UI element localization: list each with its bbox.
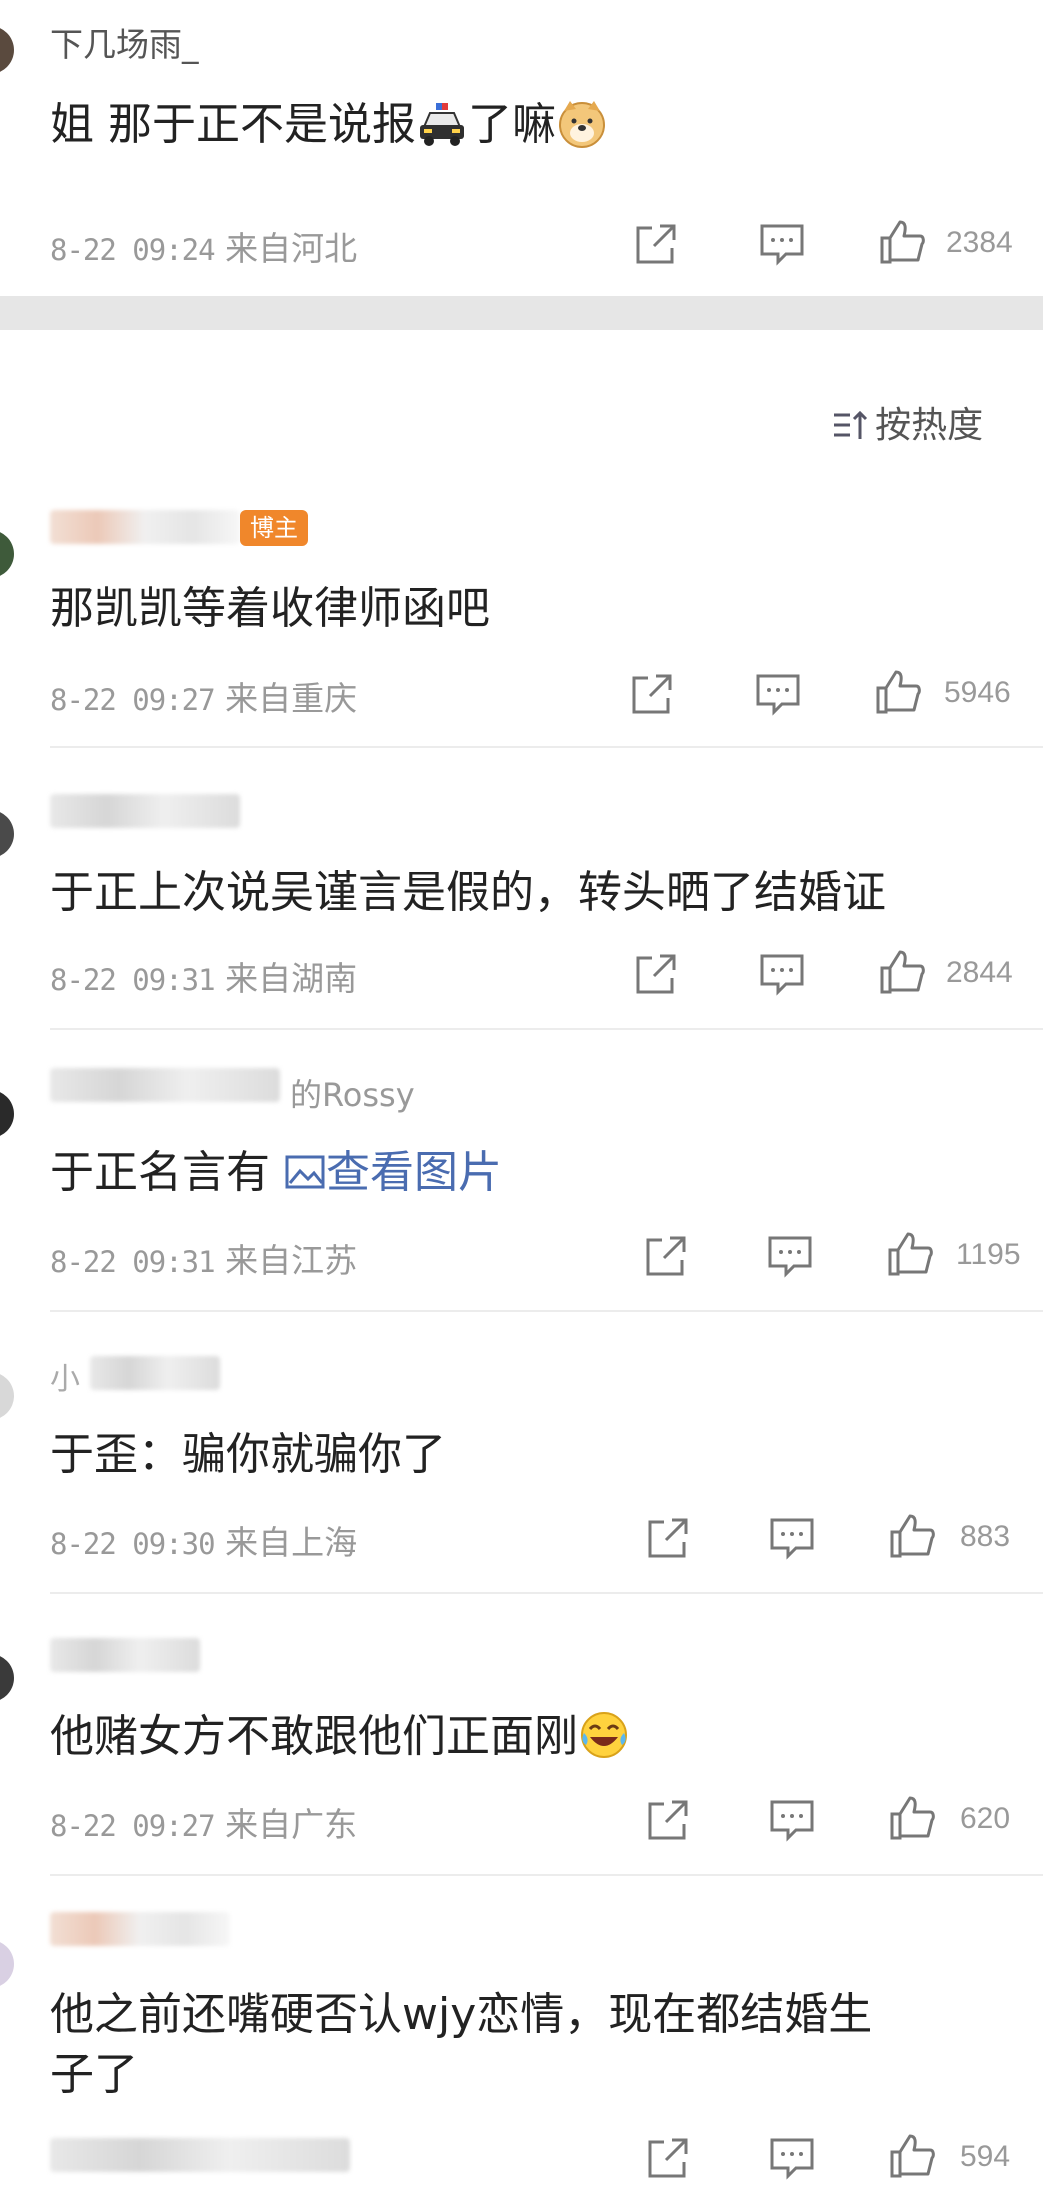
avatar[interactable]	[0, 1372, 14, 1420]
like-count: 620	[960, 1802, 1011, 1835]
like-icon[interactable]	[872, 666, 924, 718]
share-icon[interactable]	[642, 1512, 694, 1564]
comment-item: 他赌女方不敢跟他们正面刚 8-22 09:27 来自广东 620	[0, 1624, 1043, 1876]
comment-separator	[50, 1310, 1043, 1312]
share-icon[interactable]	[630, 218, 682, 270]
comment-separator	[50, 746, 1043, 748]
share-icon[interactable]	[630, 948, 682, 1000]
comment-reply-icon[interactable]	[766, 2132, 818, 2184]
comment-text: 姐 那于正不是说报 了嘛	[50, 88, 608, 152]
sort-icon	[834, 410, 868, 439]
comment-separator	[50, 1592, 1043, 1594]
comment-username[interactable]: 下几场雨_	[50, 18, 199, 66]
like-icon[interactable]	[876, 946, 928, 998]
comment-separator	[50, 1028, 1043, 1030]
share-icon[interactable]	[626, 668, 678, 720]
comment-item: 博主 那凯凯等着收律师函吧 8-22 09:27 来自重庆 5946	[0, 500, 1043, 748]
like-count: 2844	[946, 956, 1013, 989]
like-icon[interactable]	[886, 2130, 938, 2182]
like-icon[interactable]	[886, 1792, 938, 1844]
doge-emoji	[559, 101, 605, 148]
section-divider	[0, 296, 1043, 330]
username-blurred	[90, 1356, 220, 1390]
comment-text: 于歪：骗你就骗你了	[50, 1429, 446, 1480]
comment-date: 8-22 09:27	[50, 1809, 216, 1843]
view-image-link[interactable]: 查看图片	[284, 1147, 502, 1198]
comment-location: 来自湖南	[225, 959, 358, 998]
avatar[interactable]	[0, 1654, 14, 1702]
comment-date: 8-22 09:27	[50, 683, 216, 717]
share-icon[interactable]	[642, 2132, 694, 2184]
comment-text: 他赌女方不敢跟他们正面刚	[50, 1700, 630, 1764]
comment-reply-icon[interactable]	[766, 1512, 818, 1564]
author-badge: 博主	[240, 510, 308, 546]
comment-item: 小 于歪：骗你就骗你了 8-22 09:30 来自上海 883	[0, 1342, 1043, 1594]
avatar[interactable]	[0, 26, 14, 74]
like-count: 1195	[956, 1238, 1021, 1271]
like-icon[interactable]	[884, 1228, 936, 1280]
comment-reply-icon[interactable]	[756, 218, 808, 270]
comment-reply-icon[interactable]	[752, 668, 804, 720]
comment-meta: 8-22 09:27 来自广东	[50, 1798, 357, 1846]
avatar[interactable]	[0, 1940, 14, 1988]
comment-text: 那凯凯等着收律师函吧	[50, 583, 490, 634]
comment-location: 来自重庆	[225, 679, 358, 718]
username-blurred	[50, 1912, 230, 1946]
comment-meta: 8-22 09:27 来自重庆	[50, 672, 357, 720]
like-count: 594	[960, 2140, 1011, 2173]
comment-date: 8-22 09:31	[50, 963, 216, 997]
comment-text: 于正上次说吴谨言是假的，转头晒了结婚证	[50, 867, 886, 918]
comment-meta-blurred	[50, 2138, 350, 2172]
comment-text: 于正名言有 查看图片	[50, 1147, 502, 1198]
image-icon	[285, 1155, 325, 1189]
comment-item: 于正上次说吴谨言是假的，转头晒了结婚证 8-22 09:31 来自湖南 2844	[0, 780, 1043, 1030]
like-icon[interactable]	[876, 216, 928, 268]
comment-item: 他之前还嘴硬否认wjy恋情，现在都结婚生 子了 594	[0, 1906, 1043, 2195]
like-count: 2384	[946, 226, 1013, 259]
comment-reply-icon[interactable]	[756, 948, 808, 1000]
comment-text-continued: 子了	[50, 2049, 138, 2100]
comment-location: 来自江苏	[225, 1241, 358, 1280]
avatar[interactable]	[0, 530, 14, 578]
comment-reply-icon[interactable]	[766, 1794, 818, 1846]
share-icon[interactable]	[642, 1794, 694, 1846]
sort-label: 按热度	[875, 405, 984, 446]
comment-date: 8-22 09:31	[50, 1245, 216, 1279]
username-blurred	[50, 1068, 280, 1102]
comment-location: 来自河北	[225, 229, 358, 268]
comment-separator	[50, 1874, 1043, 1876]
sort-control[interactable]: 按热度	[830, 396, 983, 448]
comment-reply-icon[interactable]	[764, 1230, 816, 1282]
username-blurred	[50, 510, 240, 544]
comment-date: 8-22 09:24	[50, 233, 216, 267]
username-blurred	[50, 1638, 200, 1672]
avatar[interactable]	[0, 810, 14, 858]
comment-meta: 8-22 09:30 来自上海	[50, 1516, 357, 1564]
comment-date: 8-22 09:30	[50, 1527, 216, 1561]
like-count: 5946	[944, 676, 1011, 709]
like-count: 883	[960, 1520, 1011, 1553]
comment-location: 来自广东	[225, 1805, 358, 1844]
avatar[interactable]	[0, 1090, 14, 1138]
comment-item: 的Rossy 于正名言有 查看图片 8-22 09:31 来自江苏 1195	[0, 1060, 1043, 1312]
comment-text: 他之前还嘴硬否认wjy恋情，现在都结婚生	[50, 1989, 873, 2040]
share-icon[interactable]	[640, 1230, 692, 1282]
like-icon[interactable]	[886, 1510, 938, 1562]
comment-meta: 8-22 09:24 来自河北	[50, 222, 357, 270]
comment-location: 来自上海	[225, 1523, 358, 1562]
police-car-emoji	[420, 103, 464, 146]
comment-meta: 8-22 09:31 来自湖南	[50, 952, 357, 1000]
comment-username[interactable]: 的Rossy	[290, 1070, 415, 1116]
comment-meta: 8-22 09:31 来自江苏	[50, 1234, 357, 1282]
comment-username[interactable]: 小	[50, 1354, 80, 1398]
username-blurred	[50, 794, 240, 828]
laughing-tears-emoji	[581, 1712, 627, 1758]
comment-item: 下几场雨_ 姐 那于正不是说报 了嘛 8-22 09:24 来自河北 2384	[0, 0, 1043, 296]
